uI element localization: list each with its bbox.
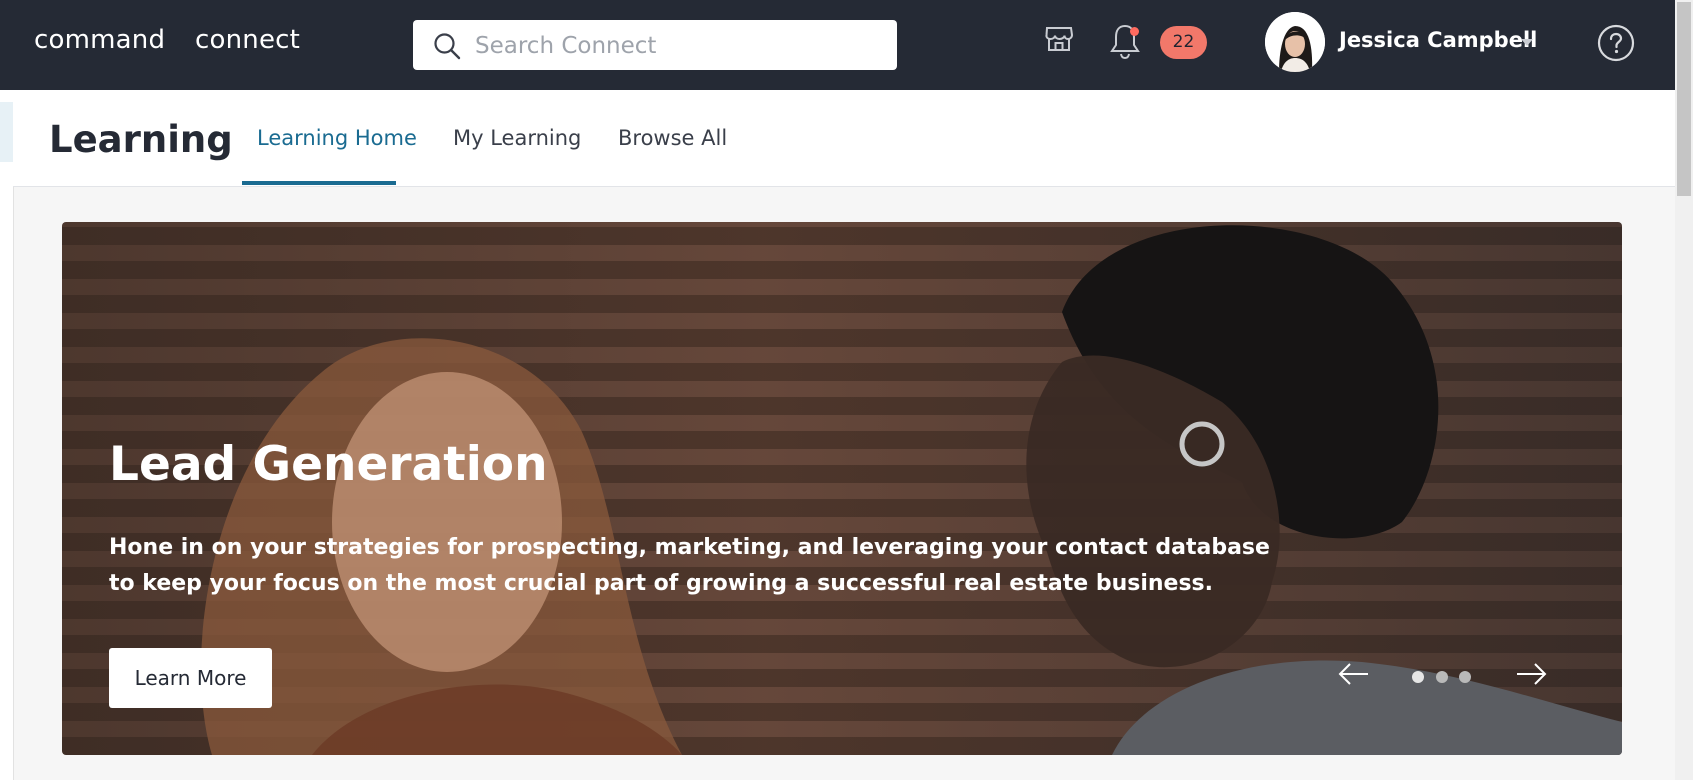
page-title: Learning <box>49 118 233 161</box>
top-navbar: command connect 22 Jessica Camp <box>0 0 1675 90</box>
side-rail-active-marker <box>0 102 13 162</box>
search-box[interactable] <box>413 20 897 72</box>
tab-learning-home[interactable]: Learning Home <box>257 126 417 150</box>
hero-carousel: Lead Generation Hone in on your strategi… <box>62 222 1622 755</box>
carousel-dot-1[interactable] <box>1412 671 1424 683</box>
help-icon[interactable] <box>1597 24 1635 62</box>
scrollbar-thumb[interactable] <box>1677 2 1691 196</box>
user-name[interactable]: Jessica Campbell <box>1339 28 1537 52</box>
hero-description: Hone in on your strategies for prospecti… <box>109 535 1270 596</box>
brand-connect[interactable]: connect <box>195 25 300 55</box>
notifications-button[interactable] <box>1108 22 1142 64</box>
arrow-left-icon[interactable] <box>1338 662 1370 686</box>
carousel-dot-2[interactable] <box>1436 671 1448 683</box>
page-scrollbar[interactable] <box>1675 0 1693 780</box>
search-input[interactable] <box>473 20 877 72</box>
tab-browse-all[interactable]: Browse All <box>618 126 727 150</box>
learning-header: Learning Learning Home My Learning Brows… <box>13 90 1675 187</box>
notification-dot <box>1130 27 1139 36</box>
hero-title: Lead Generation <box>109 437 548 492</box>
tab-my-learning[interactable]: My Learning <box>453 126 581 150</box>
active-tab-indicator <box>242 181 396 185</box>
store-icon <box>1045 27 1074 51</box>
search-icon <box>434 33 461 60</box>
user-avatar[interactable] <box>1265 12 1325 72</box>
avatar-image <box>1265 12 1325 72</box>
learn-more-button[interactable]: Learn More <box>109 648 272 708</box>
arrow-right-icon[interactable] <box>1515 662 1547 686</box>
carousel-dot-3[interactable] <box>1459 671 1471 683</box>
brand-command[interactable]: command <box>34 25 165 55</box>
caret-down-icon[interactable] <box>1520 38 1534 47</box>
store-button[interactable] <box>1043 22 1075 58</box>
notification-count-badge[interactable]: 22 <box>1160 26 1207 59</box>
side-rail <box>0 90 14 780</box>
